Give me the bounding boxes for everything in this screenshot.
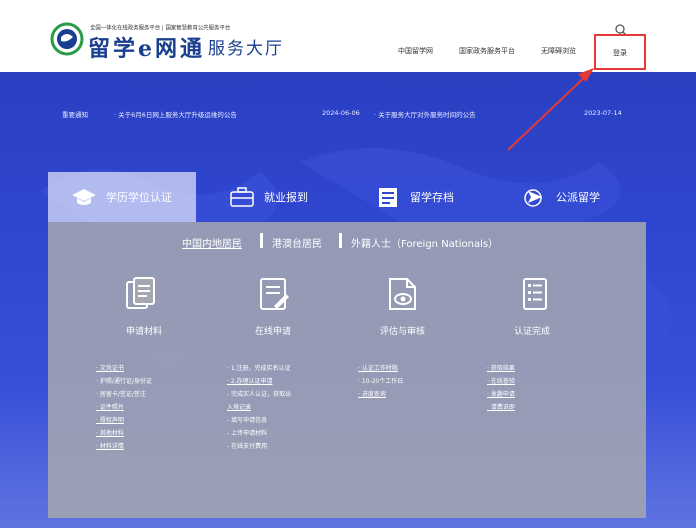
list-item: - 上传申请材料 — [227, 430, 268, 437]
tab-label: 就业报到 — [264, 191, 308, 204]
complete-list: · 获取结果 · 在线查验 · 发趣申请 · 请费说即 — [487, 362, 515, 414]
list-item[interactable]: · 2.办理认证申请 — [227, 375, 291, 388]
list-item: - 完成实人认证，获取出 — [227, 391, 292, 398]
step-label-materials: 申请材料 — [126, 327, 163, 337]
login-label: 登录 — [613, 49, 627, 57]
logo-icon — [50, 22, 84, 56]
tab-label: 学历学位认证 — [106, 191, 172, 204]
online-apply-list: · 1.注册，完成实名认证 · 2.办理认证申请 - 完成实人认证，获取出 入境… — [227, 362, 291, 453]
step-label-online-apply: 在线申请 — [255, 327, 292, 337]
list-item: - 填写申请信息 — [227, 417, 268, 424]
graduation-cap-icon — [72, 189, 96, 205]
residency-separator — [260, 233, 263, 248]
materials-list: · 文凭证书 · 护照/通行证/身份证 · 居留卡/签证/签注 · 证件照片 ·… — [96, 362, 152, 453]
tab-study-archive[interactable]: 留学存档 — [374, 172, 454, 222]
edit-form-icon — [260, 278, 289, 310]
list-item: - 在线支付费用 — [227, 443, 268, 450]
nav-link-gov-platform[interactable]: 国家政务服务平台 — [459, 46, 515, 56]
residency-foreign[interactable]: 外籍人士（Foreign Nationals） — [351, 235, 498, 250]
logo-tagline: 全国一体化在线政务服务平台 | 国家智慧教育公共服务平台 — [90, 24, 231, 32]
step-label-complete: 认证完成 — [514, 327, 551, 337]
tab-government-sponsored[interactable]: 公派留学 — [520, 172, 600, 222]
documents-icon — [126, 277, 155, 309]
list-item[interactable]: · 证件照片 — [96, 401, 152, 414]
list-item[interactable]: · 进度查询 — [358, 388, 403, 401]
residency-hk-macao-taiwan[interactable]: 港澳台居民 — [272, 235, 322, 250]
login-button[interactable]: 登录 — [594, 34, 646, 70]
review-list: · 认证工作时限 · 10-20个工作日 · 进度查询 — [358, 362, 403, 401]
tab-employment-report[interactable]: 就业报到 — [228, 172, 308, 222]
list-item[interactable]: · 文凭证书 — [96, 362, 152, 375]
list-item: · 护照/通行证/身份证 — [96, 378, 152, 385]
step-label-review: 评估与审核 — [380, 327, 426, 337]
residency-separator — [339, 233, 342, 248]
list-item[interactable]: · 认证工作时限 — [358, 362, 403, 375]
list-item: · 1.注册，完成实名认证 — [227, 365, 291, 372]
list-item[interactable]: 入境记录 — [227, 401, 291, 414]
list-item: · 10-20个工作日 — [358, 378, 404, 385]
plane-icon — [524, 189, 542, 207]
completed-list-icon — [523, 278, 547, 310]
list-item[interactable]: · 获取结果 — [487, 362, 515, 375]
review-eye-icon — [389, 278, 416, 310]
logo-title: 留学e网通 — [88, 36, 205, 62]
header: 全国一体化在线政务服务平台 | 国家智慧教育公共服务平台 留学e网通 服务大厅 … — [0, 0, 696, 72]
list-item[interactable]: · 授权声明 — [96, 414, 152, 427]
nav-link-cscse[interactable]: 中国留学网 — [398, 46, 433, 56]
notice-date-1: 2024-06-06 — [322, 109, 360, 117]
list-item[interactable]: · 其他材料 — [96, 427, 152, 440]
tab-degree-verification[interactable]: 学历学位认证 — [48, 172, 196, 222]
notice-link-1[interactable]: · 关于6月6日网上服务大厅升级运维的公告 — [114, 109, 237, 119]
tab-label: 留学存档 — [410, 191, 454, 204]
list-item[interactable]: · 材料详情 — [96, 440, 152, 453]
logo-subtitle: 服务大厅 — [208, 39, 284, 59]
residency-mainland[interactable]: 中国内地居民 — [182, 235, 242, 250]
nav-link-accessibility[interactable]: 无障碍浏览 — [541, 46, 576, 56]
list-item[interactable]: · 在线查验 — [487, 375, 515, 388]
notice-heading: 重要通知 — [62, 111, 88, 119]
archive-icon — [379, 188, 397, 207]
list-item[interactable]: · 请费说即 — [487, 401, 515, 414]
list-item: · 居留卡/签证/签注 — [96, 391, 146, 398]
tab-label: 公派留学 — [556, 191, 600, 204]
notice-date-2: 2023-07-14 — [584, 109, 622, 117]
notice-link-2[interactable]: · 关于服务大厅对外服务时间的公告 — [374, 109, 476, 119]
briefcase-icon — [230, 187, 254, 207]
list-item[interactable]: · 发趣申请 — [487, 388, 515, 401]
